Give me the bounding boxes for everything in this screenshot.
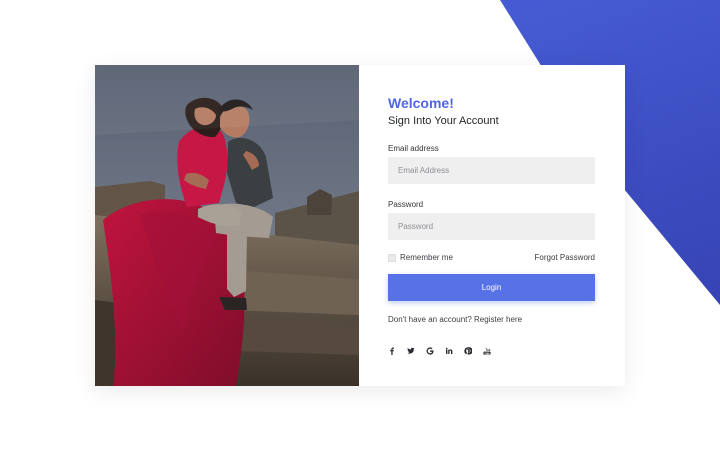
youtube-icon[interactable]	[483, 347, 491, 355]
remember-me[interactable]: Remember me	[388, 253, 453, 262]
pinterest-icon[interactable]	[464, 347, 472, 355]
remember-checkbox[interactable]	[388, 253, 396, 262]
password-field[interactable]	[388, 213, 595, 240]
password-label: Password	[388, 200, 424, 209]
linkedin-icon[interactable]	[445, 347, 453, 355]
google-icon[interactable]	[426, 347, 434, 355]
email-label: Email address	[388, 144, 439, 153]
forgot-password-link[interactable]: Forgot Password	[535, 253, 595, 262]
remember-label: Remember me	[400, 253, 453, 262]
welcome-title: Welcome!	[388, 95, 454, 111]
email-field[interactable]	[388, 157, 595, 184]
facebook-icon[interactable]	[388, 347, 396, 355]
login-button[interactable]: Login	[388, 274, 595, 301]
sign-in-subtitle: Sign Into Your Account	[388, 115, 499, 127]
couple-photo	[95, 65, 359, 386]
register-link[interactable]: Don't have an account? Register here	[388, 315, 596, 325]
login-form: Welcome! Sign Into Your Account Email ad…	[359, 65, 625, 386]
twitter-icon[interactable]	[407, 347, 415, 355]
social-links	[388, 347, 596, 355]
login-card: Welcome! Sign Into Your Account Email ad…	[95, 65, 625, 386]
options-row: Remember me Forgot Password	[388, 253, 595, 262]
